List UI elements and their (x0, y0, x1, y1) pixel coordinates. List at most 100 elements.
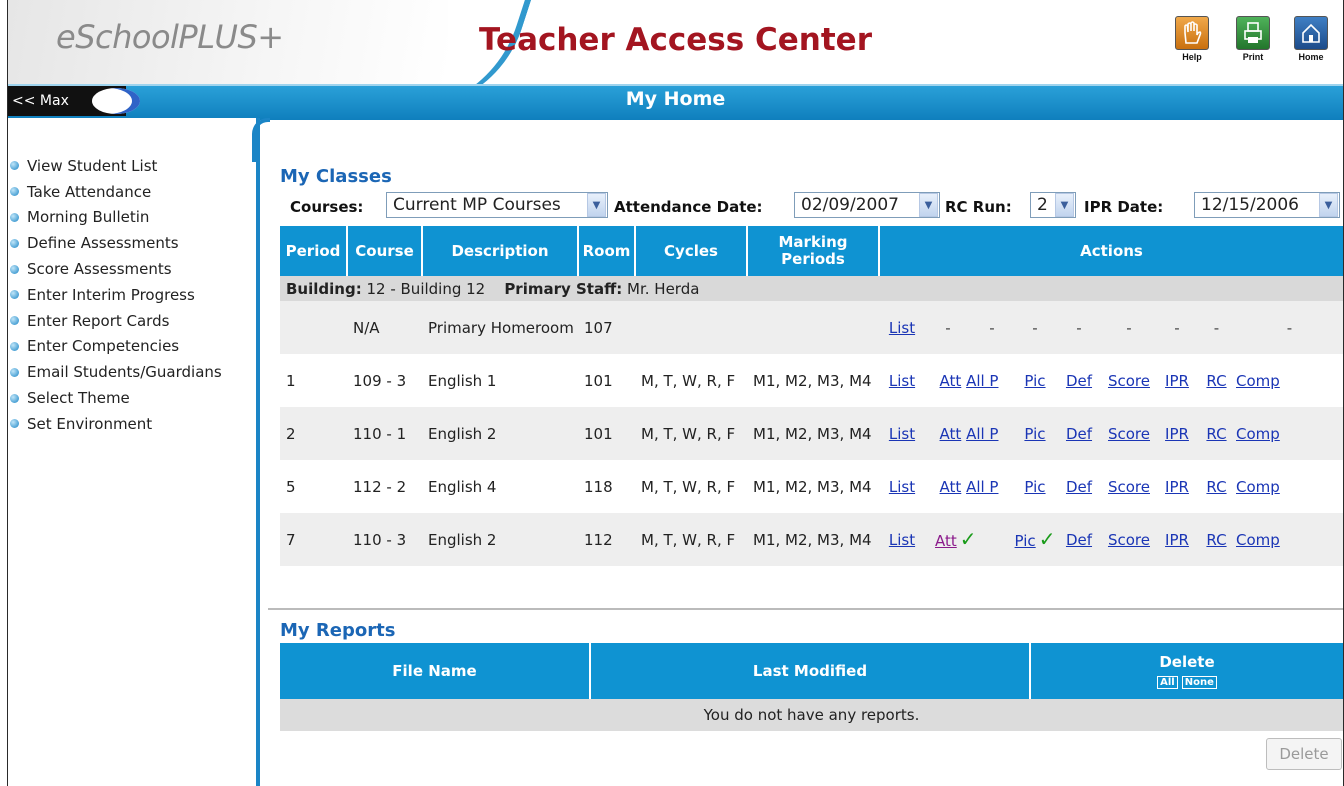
list-link[interactable]: List (889, 319, 915, 337)
sidebar-item-select-theme[interactable]: Select Theme (10, 385, 222, 411)
rc-cell: RC (1197, 460, 1236, 513)
building-value: 12 - Building 12 (366, 279, 486, 298)
score-link[interactable]: Score (1108, 425, 1150, 443)
rc-link[interactable]: RC (1206, 478, 1226, 496)
sidebar-item-morning-bulletin[interactable]: Morning Bulletin (10, 205, 222, 231)
attendance-date-value: 02/09/2007 (801, 195, 899, 215)
help-button[interactable]: Help (1173, 16, 1211, 62)
def-link[interactable]: Def (1066, 478, 1092, 496)
bullet-icon (10, 187, 19, 197)
score-link[interactable]: Score (1108, 372, 1150, 390)
sidebar-item-label: Score Assessments (27, 260, 172, 279)
ipr-link[interactable]: IPR (1165, 478, 1189, 496)
marking-periods-cell: M1, M2, M3, M4 (747, 513, 879, 566)
def-link[interactable]: Def (1066, 425, 1092, 443)
section-divider (268, 608, 1343, 610)
list-link[interactable]: List (889, 425, 915, 443)
attendance-date-select[interactable]: 02/09/2007 ▼ (794, 192, 940, 218)
ipr-date-select[interactable]: 12/15/2006 ▼ (1194, 192, 1340, 218)
sidebar-item-define-assessments[interactable]: Define Assessments (10, 230, 222, 256)
pic-cell: Pic (1013, 407, 1057, 460)
comp-link[interactable]: Comp (1236, 531, 1280, 549)
score-link[interactable]: Score (1108, 478, 1150, 496)
sidebar-item-enter-competencies[interactable]: Enter Competencies (10, 334, 222, 360)
chevron-down-icon: ▼ (919, 193, 938, 217)
bullet-icon (10, 161, 19, 171)
home-button[interactable]: Home (1292, 16, 1330, 62)
courses-select[interactable]: Current MP Courses ▼ (386, 192, 608, 218)
list-link[interactable]: List (889, 531, 915, 549)
room-cell: 112 (578, 513, 635, 566)
att-link[interactable]: Att (940, 425, 962, 443)
description-cell: English 4 (422, 460, 578, 513)
def-link[interactable]: Def (1066, 372, 1092, 390)
comp-link[interactable]: Comp (1236, 478, 1280, 496)
rc-link[interactable]: RC (1206, 531, 1226, 549)
all-present-link[interactable]: All P (966, 372, 998, 390)
rc-link[interactable]: RC (1206, 425, 1226, 443)
pic-link[interactable]: Pic (1024, 425, 1045, 443)
pic-link[interactable]: Pic (1024, 478, 1045, 496)
list-link[interactable]: List (889, 372, 915, 390)
list-link[interactable]: List (889, 478, 915, 496)
sidebar-item-enter-report-cards[interactable]: Enter Report Cards (10, 308, 222, 334)
select-none-button[interactable]: None (1181, 676, 1217, 689)
dash-cell: - (1197, 301, 1236, 354)
rc-cell: RC (1197, 407, 1236, 460)
all-present-link[interactable]: All P (966, 425, 998, 443)
select-all-button[interactable]: All (1157, 676, 1178, 689)
period-cell: 5 (280, 460, 347, 513)
reports-table: File Name Last Modified Delete All None Y… (280, 643, 1343, 731)
ipr-link[interactable]: IPR (1165, 425, 1189, 443)
rc-link[interactable]: RC (1206, 372, 1226, 390)
sidebar-item-view-student-list[interactable]: View Student List (10, 153, 222, 179)
printer-icon (1236, 16, 1270, 50)
cycles-cell (635, 301, 747, 354)
building-label: Building: (286, 279, 362, 298)
bullet-icon (10, 290, 19, 300)
ipr-cell: IPR (1157, 460, 1197, 513)
sidebar-item-email-students-guardians[interactable]: Email Students/Guardians (10, 359, 222, 385)
att-link[interactable]: Att (935, 532, 957, 550)
pic-link[interactable]: Pic (1015, 532, 1036, 550)
col-delete: Delete All None (1030, 643, 1343, 699)
att-link[interactable]: Att (940, 478, 962, 496)
def-link[interactable]: Def (1066, 531, 1092, 549)
print-button[interactable]: Print (1234, 16, 1272, 62)
room-cell: 101 (578, 354, 635, 407)
sidebar-item-enter-interim-progress[interactable]: Enter Interim Progress (10, 282, 222, 308)
course-cell: 109 - 3 (347, 354, 422, 407)
score-link[interactable]: Score (1108, 531, 1150, 549)
sidebar-item-score-assessments[interactable]: Score Assessments (10, 256, 222, 282)
pic-link[interactable]: Pic (1024, 372, 1045, 390)
sidebar-item-label: Email Students/Guardians (27, 363, 222, 382)
bullet-icon (10, 393, 19, 403)
rc-run-select[interactable]: 2 ▼ (1030, 192, 1076, 218)
att-link[interactable]: Att (940, 372, 962, 390)
table-row: 1 109 - 3 English 1 101 M, T, W, R, F M1… (280, 354, 1343, 407)
dash-cell: - (925, 301, 971, 354)
pic-cell: Pic (1013, 354, 1057, 407)
sidebar-item-set-environment[interactable]: Set Environment (10, 411, 222, 437)
delete-button[interactable]: Delete (1266, 738, 1342, 770)
all-present-link[interactable]: All P (966, 478, 998, 496)
dash-cell: - (1057, 301, 1101, 354)
room-cell: 101 (578, 407, 635, 460)
sidebar-item-label: Define Assessments (27, 234, 179, 253)
cycles-cell: M, T, W, R, F (635, 354, 747, 407)
comp-link[interactable]: Comp (1236, 425, 1280, 443)
comp-link[interactable]: Comp (1236, 372, 1280, 390)
description-cell: English 2 (422, 513, 578, 566)
chevron-down-icon: ▼ (1055, 193, 1074, 217)
sidebar-item-take-attendance[interactable]: Take Attendance (10, 179, 222, 205)
ipr-link[interactable]: IPR (1165, 372, 1189, 390)
def-cell: Def (1057, 407, 1101, 460)
delete-column-label: Delete (1159, 653, 1215, 671)
ipr-link[interactable]: IPR (1165, 531, 1189, 549)
description-cell: English 2 (422, 407, 578, 460)
course-cell: N/A (347, 301, 422, 354)
chevron-down-icon: ▼ (1319, 193, 1338, 217)
col-file-name: File Name (280, 643, 591, 699)
rc-run-value: 2 (1037, 195, 1048, 215)
table-row: 7 110 - 3 English 2 112 M, T, W, R, F M1… (280, 513, 1343, 566)
